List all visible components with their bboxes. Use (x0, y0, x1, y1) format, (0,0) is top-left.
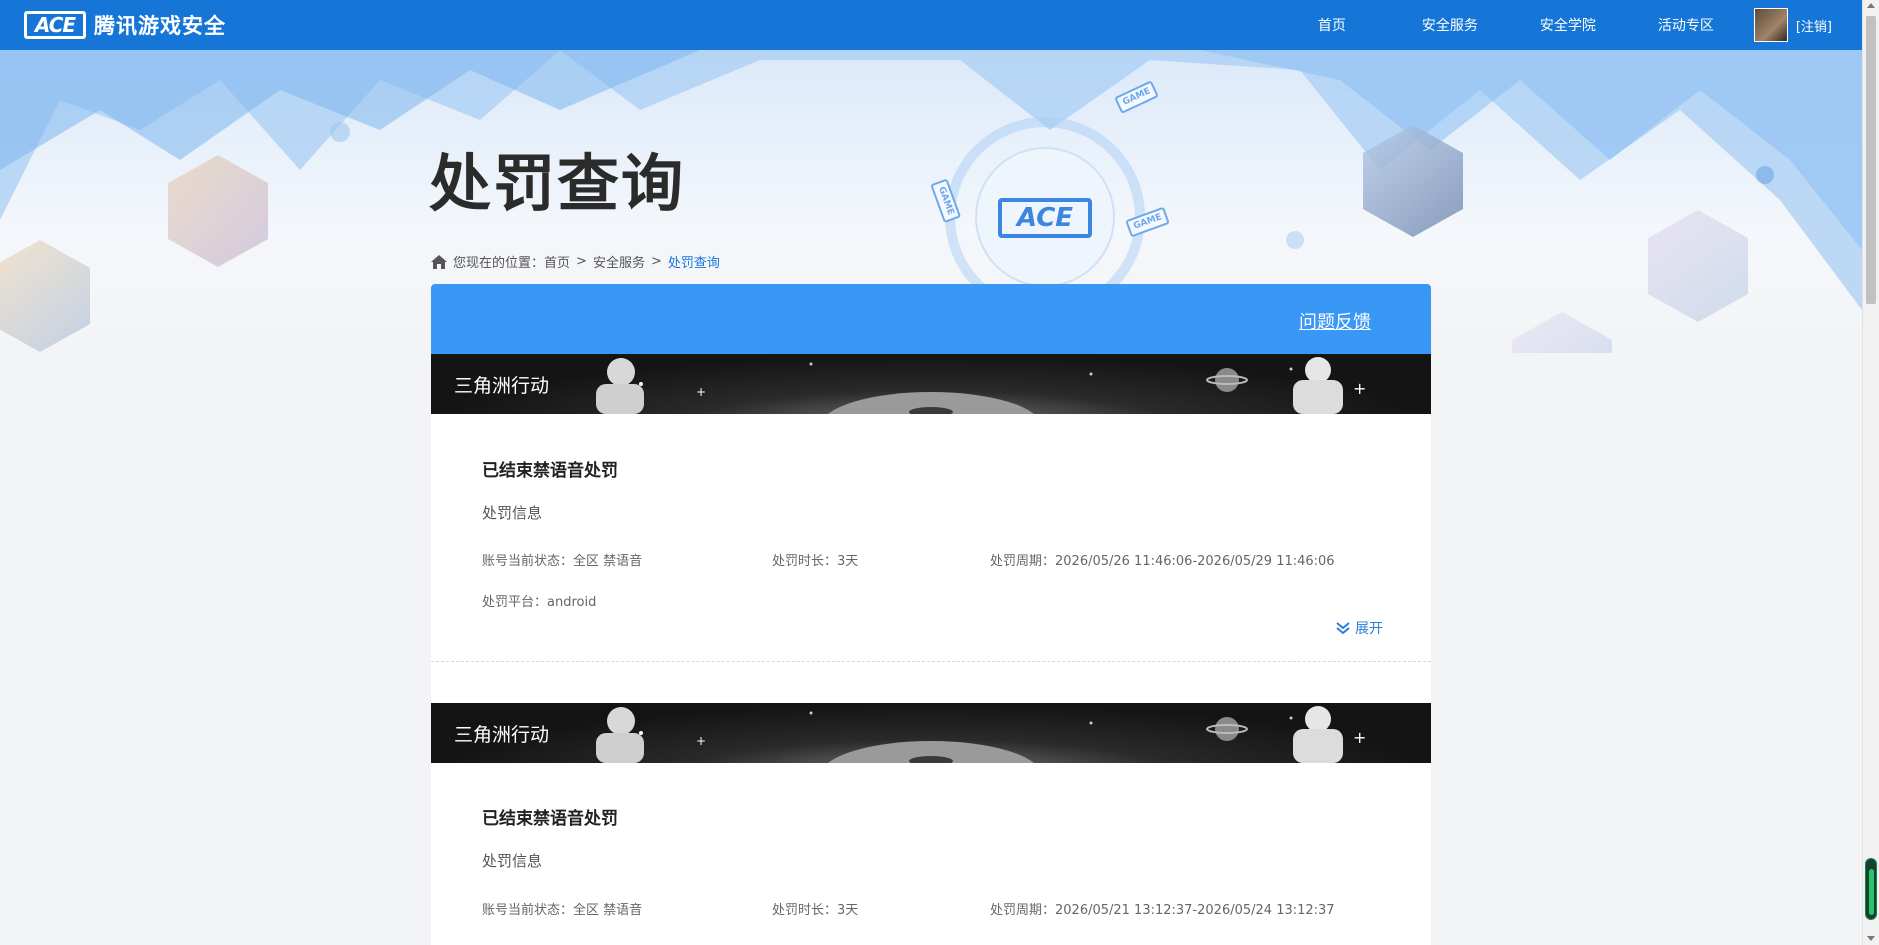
nav-security-services[interactable]: 安全服务 (1422, 15, 1478, 35)
svg-text:+: + (696, 385, 706, 399)
game-banner: + + 三角洲行动 (431, 703, 1431, 763)
game-name: 三角洲行动 (454, 724, 550, 746)
site-logo[interactable]: ACE 腾讯游戏安全 (24, 10, 226, 40)
nav-security-academy[interactable]: 安全学院 (1540, 15, 1596, 35)
floating-volume-widget[interactable] (1865, 858, 1877, 920)
page-title: 处罚查询 (429, 147, 686, 220)
breadcrumb-home[interactable]: 首页 (544, 252, 570, 271)
breadcrumb-separator: > (576, 254, 587, 269)
user-avatar[interactable] (1753, 8, 1788, 42)
game-name: 三角洲行动 (454, 375, 550, 397)
svg-text:+: + (1353, 379, 1366, 398)
banner-space-art: + + (596, 357, 1366, 414)
breadcrumb-current: 处罚查询 (667, 256, 720, 271)
logo-text: 腾讯游戏安全 (94, 14, 226, 38)
nav-events[interactable]: 活动专区 (1658, 15, 1714, 35)
breadcrumb-separator: > (650, 254, 662, 269)
logout-link[interactable]: [注销] (1796, 16, 1832, 35)
breadcrumb-security-services[interactable]: 安全服务 (593, 252, 645, 271)
account-status: 账号当前状态：全区 禁语音 (482, 903, 643, 918)
double-chevron-down-icon (1336, 622, 1350, 635)
penalty-duration: 处罚时长：3天 (772, 903, 859, 918)
penalty-platform: 处罚平台：android (482, 595, 597, 610)
penalty-period: 处罚周期：2026/05/21 13:12:37-2026/05/24 13:1… (990, 903, 1335, 918)
breadcrumb: 您现在的位置： 首页 > 安全服务 > 处罚查询 (431, 252, 726, 271)
breadcrumb-prefix: 您现在的位置： (453, 256, 545, 271)
account-status: 账号当前状态：全区 禁语音 (482, 554, 643, 569)
main-nav: 首页 安全服务 安全学院 活动专区 [注销] (1318, 0, 1862, 50)
page-scrollbar[interactable] (1862, 0, 1879, 945)
penalty-info-label: 处罚信息 (482, 504, 543, 522)
penalty-info-label: 处罚信息 (482, 852, 543, 870)
game-banner: + + 三角洲行动 (431, 354, 1431, 414)
svg-text:+: + (1353, 728, 1366, 747)
penalty-card: 问题反馈 + + 三角洲行动 已结束禁语音处罚 处罚信息 账号当前状态：全区 禁… (431, 284, 1431, 945)
nav-home[interactable]: 首页 (1318, 15, 1346, 35)
penalty-title: 已结束禁语音处罚 (482, 809, 618, 829)
hero-ace-logo: ACE (998, 198, 1092, 238)
penalty-period: 处罚周期：2026/05/26 11:46:06-2026/05/29 11:4… (990, 554, 1335, 569)
top-nav-bar: ACE 腾讯游戏安全 首页 安全服务 安全学院 活动专区 [注销] (0, 0, 1862, 50)
penalty-title: 已结束禁语音处罚 (482, 461, 618, 481)
card-header: 问题反馈 (431, 284, 1431, 354)
home-icon (431, 254, 447, 269)
scrollbar-thumb[interactable] (1866, 16, 1876, 304)
svg-text:+: + (696, 734, 706, 748)
feedback-link[interactable]: 问题反馈 (1299, 308, 1371, 334)
expand-label: 展开 (1355, 621, 1383, 637)
scroll-down-arrow-icon[interactable] (1867, 936, 1875, 941)
record-divider (431, 661, 1431, 662)
banner-space-art: + + (596, 706, 1366, 763)
volume-level-bar (1869, 869, 1874, 915)
penalty-duration: 处罚时长：3天 (772, 554, 859, 569)
scroll-up-arrow-icon[interactable] (1867, 3, 1875, 8)
expand-button[interactable]: 展开 (1335, 618, 1383, 638)
ace-logo-mark: ACE (24, 11, 86, 39)
